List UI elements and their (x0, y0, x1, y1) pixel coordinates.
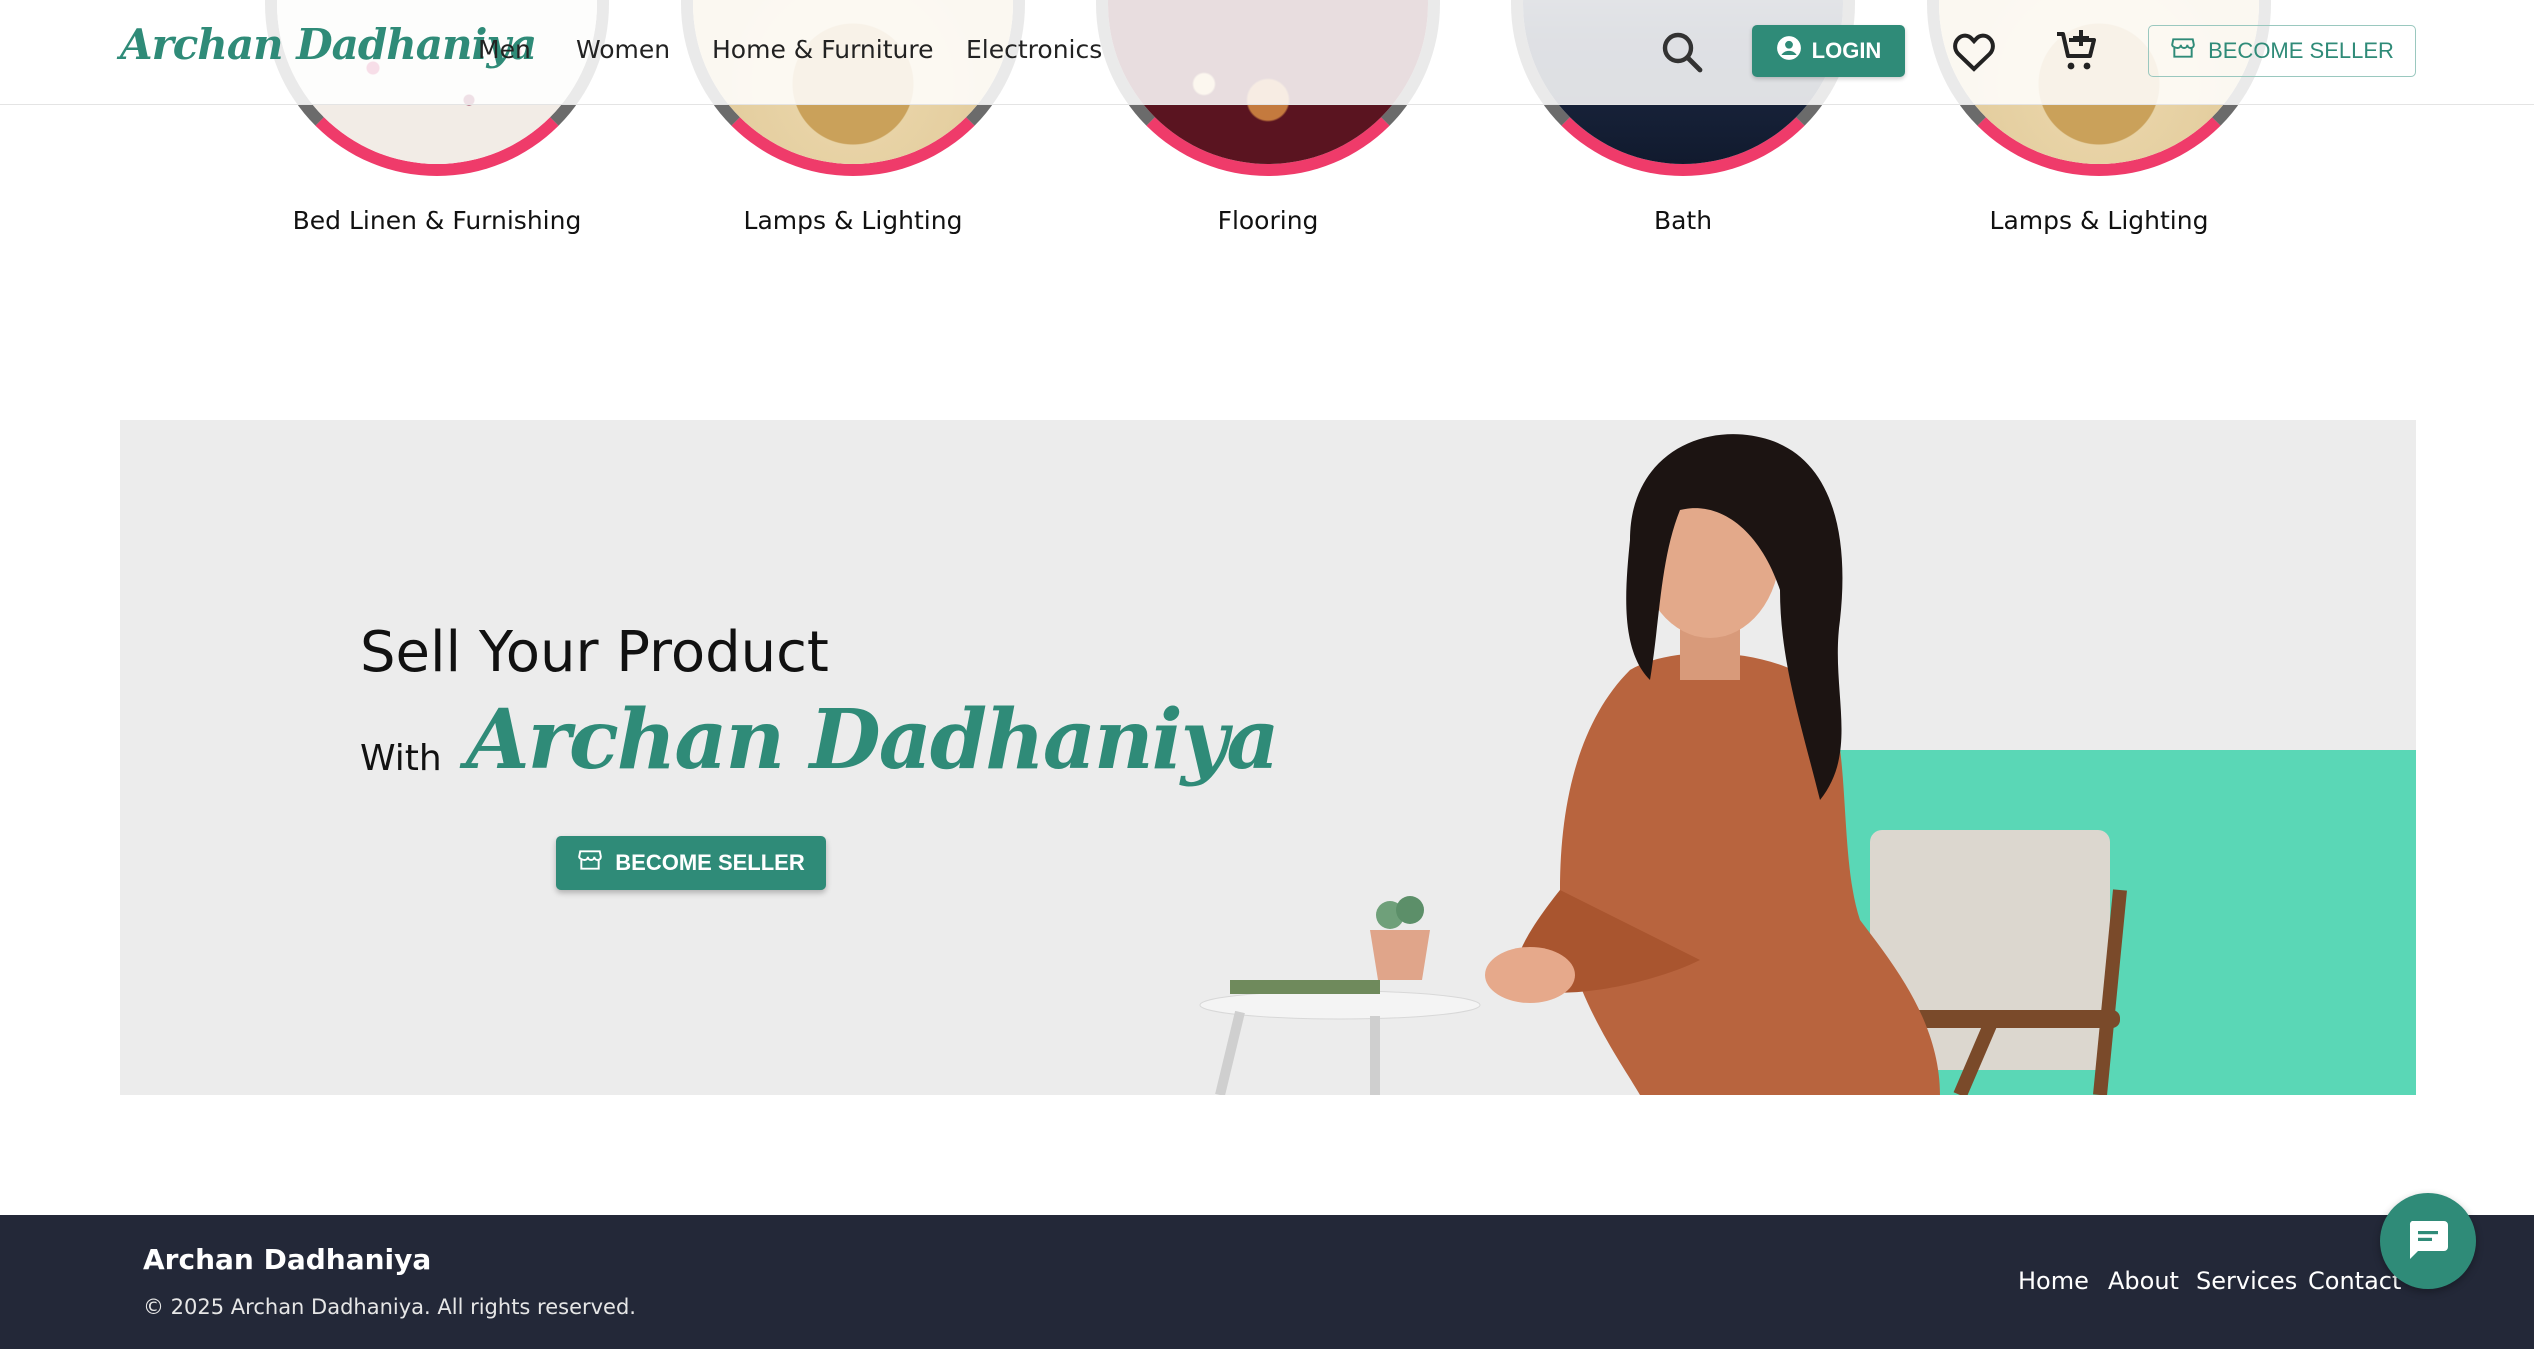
banner-with: With (360, 738, 442, 779)
footer-link-about[interactable]: About (2108, 1267, 2179, 1295)
footer-copyright: © 2025 Archan Dadhaniya. All rights rese… (143, 1295, 636, 1319)
category-label[interactable]: Flooring (1058, 206, 1478, 235)
footer-link-contact[interactable]: Contact (2308, 1267, 2401, 1295)
account-circle-icon (1776, 35, 1802, 67)
banner-become-seller-button[interactable]: BECOME SELLER (556, 836, 826, 890)
chat-icon (2404, 1215, 2452, 1267)
footer-link-services[interactable]: Services (2196, 1267, 2297, 1295)
store-icon (2170, 35, 2196, 67)
cart-add-icon[interactable] (2053, 28, 2101, 76)
nav-women[interactable]: Women (576, 35, 670, 64)
category-label[interactable]: Bed Linen & Furnishing (227, 206, 647, 235)
category-label[interactable]: Lamps & Lighting (1889, 206, 2309, 235)
nav-home-furniture[interactable]: Home & Furniture (712, 35, 933, 64)
nav-electronics[interactable]: Electronics (966, 35, 1102, 64)
heart-icon[interactable] (1950, 28, 1998, 76)
search-icon[interactable] (1658, 28, 1706, 76)
banner-brand: Archan Dadhaniya (466, 692, 1280, 788)
login-button[interactable]: LOGIN (1752, 25, 1905, 77)
brand-logo[interactable]: Archan Dadhaniya (120, 20, 537, 69)
chat-button[interactable] (2380, 1193, 2476, 1289)
login-label: LOGIN (1811, 38, 1882, 63)
header: Archan Dadhaniya Men Women Home & Furnit… (0, 0, 2534, 105)
category-label[interactable]: Lamps & Lighting (643, 206, 1063, 235)
category-label[interactable]: Bath (1473, 206, 1893, 235)
store-icon (577, 847, 603, 879)
banner-title: Sell Your Product (360, 620, 829, 685)
footer-link-home[interactable]: Home (2018, 1267, 2089, 1295)
become-seller-button[interactable]: BECOME SELLER (2148, 25, 2416, 77)
become-seller-label: BECOME SELLER (2208, 38, 2394, 63)
banner-button-label: BECOME SELLER (615, 850, 805, 875)
seller-banner: Sell Your Product With Archan Dadhaniya … (120, 420, 2416, 1095)
nav-men[interactable]: Men (478, 35, 531, 64)
footer-brand: Archan Dadhaniya (143, 1243, 432, 1276)
footer: Archan Dadhaniya © 2025 Archan Dadhaniya… (0, 1215, 2534, 1349)
